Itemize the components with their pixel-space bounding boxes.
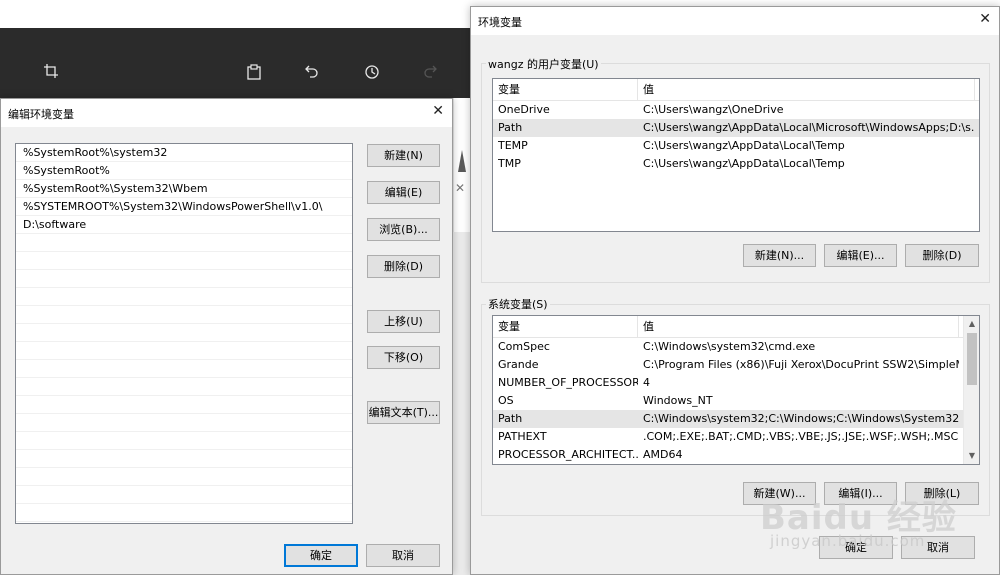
env-vars-title: 环境变量 bbox=[478, 16, 522, 29]
column-header-value: 值 bbox=[643, 79, 975, 101]
variable-name: OneDrive bbox=[498, 103, 550, 116]
variable-value: 4 bbox=[643, 376, 650, 389]
variable-value: .COM;.EXE;.BAT;.CMD;.VBS;.VBE;.JS;.JSE;.… bbox=[643, 430, 959, 443]
variable-value: C:\Program Files (x86)\Fuji Xerox\DocuPr… bbox=[643, 358, 959, 371]
column-header-name: 变量 bbox=[498, 316, 638, 338]
empty-list-row bbox=[16, 252, 352, 270]
variable-name: Path bbox=[498, 412, 523, 425]
variable-name: TMP bbox=[498, 157, 521, 170]
table-row[interactable]: ComSpec C:\Windows\system32\cmd.exe bbox=[493, 338, 963, 356]
user-delete-button[interactable]: 删除(D) bbox=[905, 244, 979, 267]
table-header: 变量 值 bbox=[493, 316, 963, 338]
variable-value: Windows_NT bbox=[643, 394, 713, 407]
column-header-name: 变量 bbox=[498, 79, 638, 101]
env-vars-titlebar: 环境变量 ✕ bbox=[471, 7, 999, 35]
paste-icon[interactable] bbox=[247, 64, 261, 83]
close-icon[interactable]: ✕ bbox=[979, 12, 991, 26]
edit-env-titlebar: 编辑环境变量 ✕ bbox=[1, 99, 452, 127]
move-down-button[interactable]: 下移(O) bbox=[367, 346, 440, 369]
empty-list-row bbox=[16, 288, 352, 306]
empty-list-row bbox=[16, 324, 352, 342]
variable-name: OS bbox=[498, 394, 514, 407]
scroll-thumb[interactable] bbox=[967, 333, 977, 385]
path-list-item[interactable]: %SystemRoot%\system32 bbox=[16, 144, 352, 162]
variable-value: AMD64 bbox=[643, 448, 683, 461]
variable-value: C:\Users\wangz\AppData\Local\Microsoft\W… bbox=[643, 121, 975, 134]
ok-button[interactable]: 确定 bbox=[284, 544, 358, 567]
empty-list-row bbox=[16, 504, 352, 522]
edit-env-title: 编辑环境变量 bbox=[8, 108, 74, 121]
baidu-watermark: Baidu 经验 jingyan.baidu.com bbox=[760, 470, 960, 560]
empty-list-row bbox=[16, 450, 352, 468]
table-row[interactable]: OneDrive C:\Users\wangz\OneDrive bbox=[493, 101, 979, 119]
background-close-icon[interactable]: ✕ bbox=[455, 181, 465, 195]
empty-list-row bbox=[16, 468, 352, 486]
path-list-item[interactable]: %SYSTEMROOT%\System32\WindowsPowerShell\… bbox=[16, 198, 352, 216]
table-row[interactable]: OS Windows_NT bbox=[493, 392, 963, 410]
path-list-item[interactable]: %SystemRoot%\System32\Wbem bbox=[16, 180, 352, 198]
empty-list-row bbox=[16, 378, 352, 396]
empty-list-row bbox=[16, 486, 352, 504]
empty-list-row bbox=[16, 306, 352, 324]
browse-button[interactable]: 浏览(B)... bbox=[367, 218, 440, 241]
empty-list-row bbox=[16, 270, 352, 288]
table-row[interactable]: NUMBER_OF_PROCESSORS 4 bbox=[493, 374, 963, 392]
system-vars-scrollbar[interactable]: ▲ ▼ bbox=[963, 316, 979, 464]
background-window-strip bbox=[453, 232, 471, 575]
empty-list-row bbox=[16, 432, 352, 450]
variable-name: NUMBER_OF_PROCESSORS bbox=[498, 376, 638, 389]
background-app-toolbar bbox=[0, 28, 470, 98]
new-button[interactable]: 新建(N) bbox=[367, 144, 440, 167]
table-row[interactable]: Grande C:\Program Files (x86)\Fuji Xerox\… bbox=[493, 356, 963, 374]
variable-value: C:\Users\wangz\AppData\Local\Temp bbox=[643, 157, 845, 170]
table-header: 变量 值 bbox=[493, 79, 979, 101]
crop-icon[interactable] bbox=[44, 64, 58, 81]
edit-text-button[interactable]: 编辑文本(T)... bbox=[367, 401, 440, 424]
redo-icon[interactable] bbox=[423, 64, 437, 83]
path-list-item[interactable]: D:\software bbox=[16, 216, 352, 234]
path-list[interactable]: %SystemRoot%\system32 %SystemRoot% %System… bbox=[15, 143, 353, 524]
move-up-button[interactable]: 上移(U) bbox=[367, 310, 440, 333]
table-row[interactable]: Path C:\Users\wangz\AppData\Local\Microso… bbox=[493, 119, 979, 137]
history-icon[interactable] bbox=[364, 64, 380, 83]
variable-name: TEMP bbox=[498, 139, 528, 152]
variable-value: C:\Windows\system32;C:\Windows;C:\Window… bbox=[643, 412, 959, 425]
variable-value: C:\Users\wangz\OneDrive bbox=[643, 103, 784, 116]
empty-list-row bbox=[16, 414, 352, 432]
delete-button[interactable]: 删除(D) bbox=[367, 255, 440, 278]
system-vars-label: 系统变量(S) bbox=[486, 296, 550, 312]
variable-name: Grande bbox=[498, 358, 539, 371]
empty-list-row bbox=[16, 342, 352, 360]
empty-list-row bbox=[16, 234, 352, 252]
scroll-up-icon[interactable]: ▲ bbox=[964, 316, 979, 332]
path-list-item[interactable]: %SystemRoot% bbox=[16, 162, 352, 180]
close-icon[interactable]: ✕ bbox=[432, 104, 444, 118]
background-triangle-shape bbox=[458, 150, 466, 172]
variable-name: Path bbox=[498, 121, 523, 134]
user-new-button[interactable]: 新建(N)... bbox=[743, 244, 816, 267]
edit-button[interactable]: 编辑(E) bbox=[367, 181, 440, 204]
system-vars-table[interactable]: 变量 值 ComSpec C:\Windows\system32\cmd.exe G… bbox=[492, 315, 980, 465]
variable-value: C:\Users\wangz\AppData\Local\Temp bbox=[643, 139, 845, 152]
variable-value: C:\Windows\system32\cmd.exe bbox=[643, 340, 816, 353]
table-row[interactable]: PROCESSOR_ARCHITECT... AMD64 bbox=[493, 446, 963, 464]
user-edit-button[interactable]: 编辑(E)... bbox=[824, 244, 897, 267]
empty-list-row bbox=[16, 396, 352, 414]
table-row[interactable]: TEMP C:\Users\wangz\AppData\Local\Temp bbox=[493, 137, 979, 155]
table-row[interactable]: Path C:\Windows\system32;C:\Windows;C:\Wi… bbox=[493, 410, 963, 428]
variable-name: ComSpec bbox=[498, 340, 550, 353]
scroll-down-icon[interactable]: ▼ bbox=[964, 448, 979, 464]
table-row[interactable]: PATHEXT .COM;.EXE;.BAT;.CMD;.VBS;.VBE;.JS… bbox=[493, 428, 963, 446]
variable-name: PATHEXT bbox=[498, 430, 547, 443]
undo-icon[interactable] bbox=[305, 64, 319, 83]
user-vars-table[interactable]: 变量 值 OneDrive C:\Users\wangz\OneDrive Path… bbox=[492, 78, 980, 232]
column-header-value: 值 bbox=[643, 316, 959, 338]
cancel-button[interactable]: 取消 bbox=[366, 544, 440, 567]
table-row[interactable]: TMP C:\Users\wangz\AppData\Local\Temp bbox=[493, 155, 979, 173]
variable-name: PROCESSOR_ARCHITECT... bbox=[498, 448, 638, 461]
background-app-titlebar bbox=[0, 0, 470, 28]
user-vars-label: wangz 的用户变量(U) bbox=[486, 56, 601, 72]
watermark-url: jingyan.baidu.com bbox=[770, 532, 926, 550]
empty-list-row bbox=[16, 360, 352, 378]
